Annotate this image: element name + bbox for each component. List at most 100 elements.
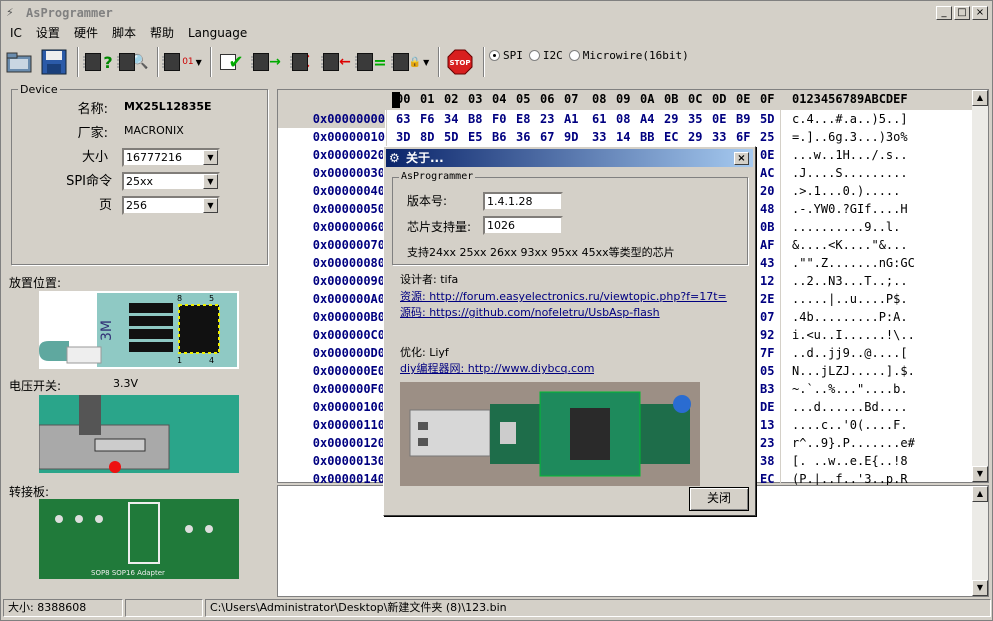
- menu-settings[interactable]: 设置: [29, 24, 67, 42]
- scroll-up-icon[interactable]: ▲: [972, 486, 988, 502]
- hex-byte[interactable]: 08: [616, 110, 630, 128]
- hex-byte[interactable]: BB: [640, 128, 654, 146]
- menu-ic[interactable]: IC: [3, 24, 29, 42]
- source-link[interactable]: 资源: http://forum.easyelectronics.ru/view…: [400, 288, 752, 304]
- hex-ascii[interactable]: ...w..1H.../.s..: [792, 146, 908, 164]
- chevron-down-icon[interactable]: ▼: [203, 174, 218, 189]
- hex-byte[interactable]: 43: [760, 254, 774, 272]
- hex-byte[interactable]: 0E: [712, 110, 726, 128]
- hex-byte[interactable]: B6: [492, 128, 506, 146]
- hex-byte[interactable]: 3D: [396, 128, 410, 146]
- hex-byte[interactable]: EC: [664, 128, 678, 146]
- compare-button[interactable]: =: [355, 47, 388, 77]
- menu-help[interactable]: 帮助: [143, 24, 181, 42]
- detect-chip-button[interactable]: ?: [83, 47, 115, 77]
- hex-byte[interactable]: 6F: [736, 128, 750, 146]
- hex-byte[interactable]: 38: [760, 452, 774, 470]
- hex-byte[interactable]: 0B: [760, 218, 774, 236]
- hex-ascii[interactable]: c.4...#.a..)5..]: [792, 110, 908, 128]
- hex-byte[interactable]: 0E: [760, 146, 774, 164]
- hex-byte[interactable]: AF: [760, 236, 774, 254]
- hex-ascii[interactable]: r^..9}.P.......e#: [792, 434, 915, 452]
- hex-ascii[interactable]: i.<u..I......!\..: [792, 326, 915, 344]
- hex-ascii[interactable]: .....|..u....P$.: [792, 290, 908, 308]
- hex-ascii[interactable]: ."".Z.......nG:GC: [792, 254, 915, 272]
- radio-spi[interactable]: SPI: [489, 49, 523, 62]
- hex-byte[interactable]: 23: [760, 434, 774, 452]
- chips-field[interactable]: 1026: [483, 216, 563, 235]
- minimize-button[interactable]: _: [936, 6, 952, 20]
- hex-byte[interactable]: 7F: [760, 344, 774, 362]
- hex-byte[interactable]: 48: [760, 200, 774, 218]
- about-dialog-title[interactable]: ⚙ 关于... ×: [386, 149, 753, 167]
- title-bar[interactable]: ⚡ AsProgrammer _ □ ×: [2, 2, 992, 24]
- log-scrollbar[interactable]: ▲ ▼: [972, 486, 988, 596]
- read-button[interactable]: →: [251, 47, 283, 77]
- menu-language[interactable]: Language: [181, 24, 254, 42]
- hex-byte[interactable]: A4: [640, 110, 654, 128]
- close-button[interactable]: ×: [972, 6, 988, 20]
- hex-byte[interactable]: E5: [468, 128, 482, 146]
- close-dialog-button[interactable]: 关闭: [689, 487, 749, 511]
- hex-row[interactable]: 0x00000000 63 F6 34 B8 F0 E8 23 A1 61 08 A4 29 35 0E B9…: [278, 110, 974, 128]
- hex-row[interactable]: 0x00000010 3D 8D 5D E5 B6 36 67 9D 33 14 BB EC 29 33 6F…: [278, 128, 974, 146]
- verify-button[interactable]: ✔: [216, 47, 248, 77]
- hex-ascii[interactable]: [. ..w..e.E{..!8: [792, 452, 908, 470]
- code-link[interactable]: 源码: https://github.com/nofeletru/UsbAsp-…: [400, 304, 660, 320]
- chevron-down-icon[interactable]: ▼: [203, 198, 218, 213]
- hex-byte[interactable]: DE: [760, 398, 774, 416]
- hex-ascii[interactable]: .-.YW0.?GIf....H: [792, 200, 908, 218]
- hex-byte[interactable]: 33: [592, 128, 606, 146]
- spi-combo[interactable]: 25xx ▼: [122, 172, 220, 191]
- hex-ascii[interactable]: .4b.........P:A.: [792, 308, 908, 326]
- hex-byte[interactable]: A1: [564, 110, 578, 128]
- stop-button[interactable]: STOP: [444, 47, 476, 77]
- hex-byte[interactable]: 29: [688, 128, 702, 146]
- hex-byte[interactable]: 23: [540, 110, 554, 128]
- hex-byte[interactable]: 05: [760, 362, 774, 380]
- hex-ascii[interactable]: ...d......Bd....: [792, 398, 908, 416]
- hex-ascii[interactable]: .>.1...0.).....: [792, 182, 900, 200]
- radio-microwire[interactable]: Microwire(16bit): [568, 49, 689, 62]
- hex-byte[interactable]: 13: [760, 416, 774, 434]
- hex-ascii[interactable]: N...jLZJ.....].$.: [792, 362, 915, 380]
- hex-byte[interactable]: AC: [760, 164, 774, 182]
- hex-byte[interactable]: 33: [712, 128, 726, 146]
- write-button[interactable]: ←: [321, 47, 353, 77]
- chevron-down-icon[interactable]: ▼: [203, 150, 218, 165]
- menu-script[interactable]: 脚本: [105, 24, 143, 42]
- hex-ascii[interactable]: .J....S.........: [792, 164, 908, 182]
- hex-byte[interactable]: 12: [760, 272, 774, 290]
- protect-button[interactable]: 🔒 ▼: [390, 47, 431, 77]
- hex-byte[interactable]: 20: [760, 182, 774, 200]
- hex-byte[interactable]: 29: [664, 110, 678, 128]
- hex-byte[interactable]: 35: [688, 110, 702, 128]
- hex-scrollbar[interactable]: ▲ ▼: [972, 90, 988, 482]
- save-file-button[interactable]: [38, 47, 70, 77]
- hex-byte[interactable]: 14: [616, 128, 630, 146]
- hex-byte[interactable]: E8: [516, 110, 530, 128]
- hex-byte[interactable]: B9: [736, 110, 750, 128]
- hex-byte[interactable]: F6: [420, 110, 434, 128]
- hex-ascii[interactable]: ~.`..%..."....b.: [792, 380, 908, 398]
- version-field[interactable]: 1.4.1.28: [483, 192, 563, 211]
- hex-byte[interactable]: 25: [760, 128, 774, 146]
- erase-button[interactable]: ✕: [286, 47, 318, 77]
- hex-byte[interactable]: 9D: [564, 128, 578, 146]
- maximize-button[interactable]: □: [954, 6, 970, 20]
- hex-byte[interactable]: 2E: [760, 290, 774, 308]
- search-chip-button[interactable]: 🔍: [117, 47, 150, 77]
- hex-byte[interactable]: 67: [540, 128, 554, 146]
- hex-byte[interactable]: F0: [492, 110, 506, 128]
- read-write-button[interactable]: 01 ▼: [162, 47, 203, 77]
- hex-byte[interactable]: 5D: [760, 110, 774, 128]
- open-file-button[interactable]: [3, 47, 35, 77]
- hex-ascii[interactable]: ....c..'0(....F.: [792, 416, 908, 434]
- hex-ascii[interactable]: ..d..jj9..@....[: [792, 344, 908, 362]
- hex-byte[interactable]: B8: [468, 110, 482, 128]
- menu-hardware[interactable]: 硬件: [67, 24, 105, 42]
- hex-byte[interactable]: 8D: [420, 128, 434, 146]
- hex-byte[interactable]: 34: [444, 110, 458, 128]
- hex-ascii[interactable]: &....<K...."&...: [792, 236, 908, 254]
- scroll-down-icon[interactable]: ▼: [972, 580, 988, 596]
